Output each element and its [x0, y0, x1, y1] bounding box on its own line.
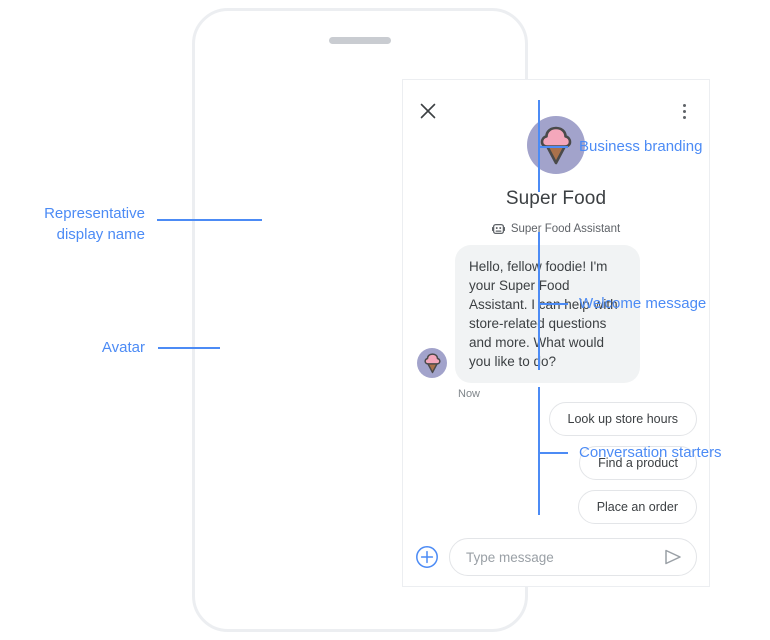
annotation-tick-business-branding — [540, 146, 568, 148]
annotation-bracket-welcome-message — [538, 232, 540, 370]
annotation-leader-line-rep-name — [157, 219, 262, 221]
message-timestamp: Now — [458, 388, 481, 400]
message-composer — [403, 538, 709, 576]
annotation-avatar: Avatar — [0, 337, 145, 358]
representative-name: Super Food Assistant — [510, 223, 621, 235]
representative-display-name-row: Super Food Assistant — [403, 223, 709, 235]
menu-dot — [682, 103, 686, 107]
screenshot-root: Super Food Super Food Assistant Hello, f… — [0, 0, 770, 640]
conversation-starter-chip[interactable]: Place an order — [577, 490, 697, 524]
business-branding: Super Food — [403, 116, 709, 210]
conversation-starters: Look up store hours Find a product Place… — [548, 402, 697, 524]
business-name: Super Food — [505, 188, 607, 209]
annotation-bracket-conversation-starters — [538, 387, 540, 515]
phone-frame: Super Food Super Food Assistant Hello, f… — [192, 8, 710, 632]
bot-icon — [491, 223, 505, 235]
welcome-message-bubble: Hello, fellow foodie! I'm your Super Foo… — [455, 245, 640, 383]
annotation-representative-display-name: Representative display name — [0, 203, 145, 245]
annotation-line-1: Representative — [44, 205, 145, 222]
annotation-conversation-starters: Conversation starters — [579, 444, 722, 461]
annotation-business-branding: Business branding — [579, 138, 703, 155]
menu-dot — [682, 109, 686, 113]
annotation-leader-line-avatar — [158, 347, 220, 349]
welcome-message-row: Hello, fellow foodie! I'm your Super Foo… — [417, 245, 697, 400]
ice-cream-cone-icon — [527, 116, 585, 174]
send-icon[interactable] — [662, 546, 684, 568]
message-input-pill[interactable] — [449, 538, 697, 576]
message-input[interactable] — [466, 549, 662, 565]
annotation-line-2: display name — [56, 226, 145, 243]
ice-cream-cone-avatar-icon — [417, 348, 447, 378]
message-column: Hello, fellow foodie! I'm your Super Foo… — [455, 245, 640, 400]
annotation-welcome-message: Welcome message — [579, 295, 707, 312]
conversation-starter-chip[interactable]: Look up store hours — [548, 402, 697, 436]
speaker-grille — [329, 37, 391, 44]
annotation-tick-conversation-starters — [540, 452, 568, 454]
annotation-line-1: Avatar — [101, 339, 145, 356]
annotation-tick-welcome-message — [540, 303, 568, 305]
plus-circle-icon[interactable] — [415, 545, 439, 569]
